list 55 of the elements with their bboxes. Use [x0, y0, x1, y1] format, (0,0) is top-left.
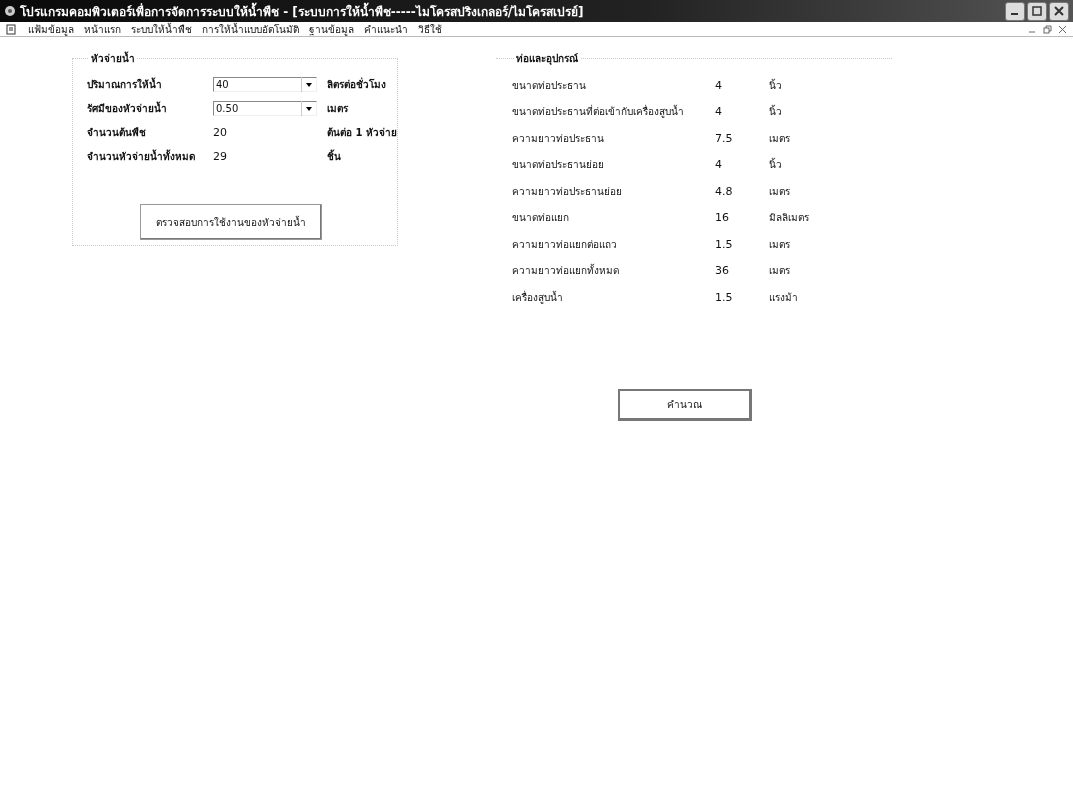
value-text: 1.5 — [714, 237, 734, 251]
value-text: 1.5 — [714, 290, 734, 304]
unit-text: ลิตรต่อชั่วโมง — [327, 76, 386, 92]
menu-item[interactable]: แฟ้มข้อมูล — [28, 21, 74, 37]
value-text: 36 — [714, 264, 730, 278]
field-label: ขนาดท่อประธาน — [511, 78, 587, 93]
field-label: ความยาวท่อประธาน — [511, 131, 605, 146]
menu-item[interactable]: การให้น้ำแบบอัตโนมัติ — [202, 21, 299, 37]
unit-text: นิ้ว — [768, 77, 782, 93]
unit-text: เมตร — [768, 131, 790, 146]
field-label: ขนาดท่อประธานที่ต่อเข้ากับเครื่องสูบน้ำ — [511, 104, 685, 120]
field-label: ขนาดท่อประธานย่อย — [511, 158, 605, 173]
unit-text: นิ้ว — [768, 157, 782, 173]
menu-item[interactable]: คำแนะนำ — [364, 21, 408, 37]
field-label: รัศมีของหัวจ่ายน้ำ — [87, 100, 168, 116]
value-text: 4 — [714, 78, 723, 92]
menu-item[interactable]: หน้าแรก — [84, 21, 121, 37]
unit-text: เมตร — [768, 184, 790, 199]
restore-icon[interactable] — [1043, 24, 1052, 34]
group-title: หัวจ่ายน้ำ — [90, 51, 136, 66]
unit-text: แรงม้า — [768, 290, 798, 305]
field-label: ปริมาณการให้น้ำ — [87, 76, 163, 92]
dropdown-field[interactable]: 0.50 — [213, 100, 317, 116]
dropdown-field[interactable]: 40 — [213, 76, 317, 92]
field-label: ความยาวท่อประธานย่อย — [511, 184, 623, 199]
value-text: 4.8 — [714, 184, 734, 198]
field-label: ขนาดท่อแยก — [511, 211, 570, 226]
unit-text: ต้นต่อ 1 หัวจ่าย — [327, 125, 397, 140]
group-title: ท่อและอุปกรณ์ — [514, 52, 579, 66]
close-icon[interactable] — [1058, 24, 1067, 34]
calculate-button[interactable]: คำนวณ — [617, 388, 752, 421]
menu-item[interactable]: ระบบให้น้ำพืช — [131, 21, 192, 37]
value-text: 29 — [213, 149, 228, 163]
check-emitter-button[interactable]: ตรวจสอบการใช้งานของหัวจ่ายน้ำ — [140, 204, 322, 240]
unit-text: เมตร — [327, 101, 348, 116]
unit-text: เมตร — [768, 237, 790, 252]
value-text: 4 — [714, 158, 723, 172]
field-label: ความยาวท่อแยกต่อแถว — [511, 237, 618, 252]
document-icon[interactable] — [6, 23, 18, 35]
value-text: 16 — [714, 211, 730, 225]
app-icon — [4, 5, 16, 17]
field-label: จำนวนต้นพืช — [87, 125, 147, 140]
unit-text: ชิ้น — [327, 148, 341, 164]
field-label: เครื่องสูบน้ำ — [511, 289, 564, 305]
field-label: จำนวนหัวจ่ายน้ำทั้งหมด — [87, 148, 196, 164]
value-text: 7.5 — [714, 131, 734, 145]
menu-item[interactable]: ฐานข้อมูล — [309, 21, 354, 37]
window-title: โปรแกรมคอมพิวเตอร์เพื่อการจัดการระบบให้น้ำพืช - [ระบบการให้น้ำพืช-----ไมโครสปริงเกลอร์/ไมโครสเปรย์] — [20, 1, 584, 21]
unit-text: นิ้ว — [768, 104, 782, 120]
value-text: 20 — [213, 125, 228, 139]
unit-text: มิลลิเมตร — [768, 211, 809, 226]
menu-item[interactable]: วิธีใช้ — [418, 21, 442, 37]
value-text: 4 — [714, 105, 723, 119]
unit-text: เมตร — [768, 264, 790, 279]
field-label: ความยาวท่อแยกทั้งหมด — [511, 263, 620, 279]
